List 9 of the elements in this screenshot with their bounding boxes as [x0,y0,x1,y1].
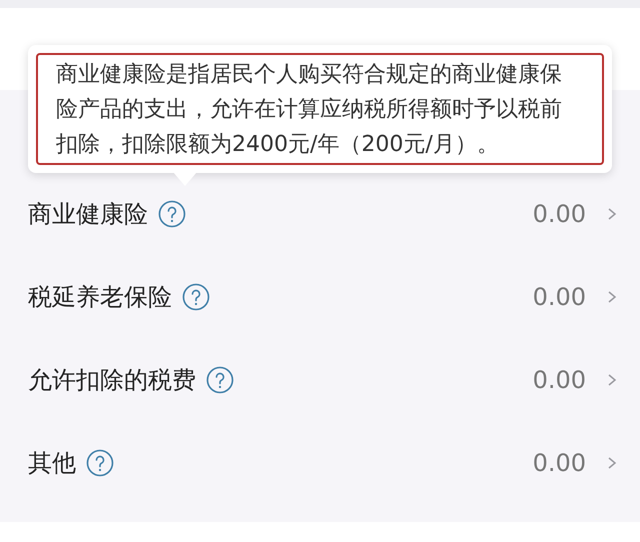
row-value: 0.00 [532,364,586,396]
row-label: 允许扣除的税费 [28,364,196,396]
tooltip-text: 商业健康险是指居民个人购买符合规定的商业健康保险产品的支出，允许在计算应纳税所得额时予以税前扣除，扣除限额为2400元/年（200元/月）。 [56,61,563,159]
row-label: 其他 [28,448,76,478]
row-label: 商业健康险 [28,198,148,230]
row-value: 0.00 [532,282,586,312]
row-value: 0.00 [532,448,586,478]
row-value: 0.00 [532,198,586,230]
row-label: 税延养老保险 [28,282,172,312]
